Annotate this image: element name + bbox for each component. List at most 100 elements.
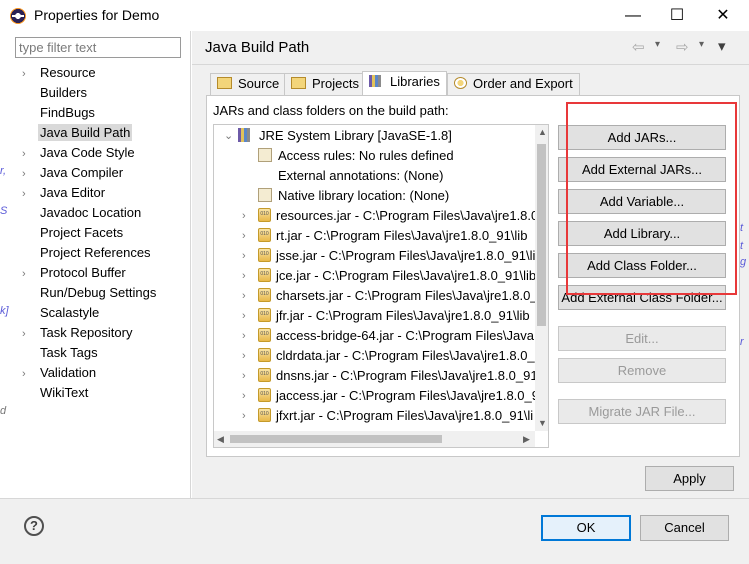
edit-button[interactable]: Edit... [558, 326, 726, 351]
tree-attribute[interactable]: Access rules: No rules defined [258, 146, 454, 166]
expand-chevron-icon[interactable]: › [242, 226, 246, 246]
jar-icon [258, 308, 271, 322]
help-icon[interactable]: ? [24, 516, 44, 536]
tree-attribute[interactable]: External annotations: (None) [258, 166, 443, 186]
maximize-button[interactable]: ☐ [654, 0, 700, 31]
expand-chevron-icon[interactable]: › [22, 324, 38, 344]
scroll-right-icon[interactable]: ▶ [523, 434, 530, 445]
jar-row[interactable]: › dnsns.jar - C:\Program Files\Java\jre1.… [242, 366, 538, 386]
jar-row[interactable]: › jfr.jar - C:\Program Files\Java\jre1.8.… [242, 306, 530, 326]
jar-icon [258, 268, 271, 282]
expand-chevron-icon[interactable]: › [22, 64, 38, 84]
tab-libraries[interactable]: Libraries [362, 71, 447, 95]
expand-chevron-icon[interactable]: › [22, 164, 38, 184]
sidebar-item[interactable]: Task Tags [22, 343, 100, 363]
tree-vertical-scroll-thumb[interactable] [537, 144, 546, 326]
remove-button[interactable]: Remove [558, 358, 726, 383]
expand-chevron-icon[interactable]: › [22, 364, 38, 384]
sidebar-item[interactable]: Run/Debug Settings [22, 283, 158, 303]
back-menu-chevron-icon[interactable]: ▾ [655, 39, 660, 50]
build-path-label: JARs and class folders on the build path… [213, 103, 449, 118]
expand-chevron-icon[interactable]: › [242, 266, 246, 286]
migrate-jar-button[interactable]: Migrate JAR File... [558, 399, 726, 424]
tree-horizontal-scroll-thumb[interactable] [230, 435, 442, 443]
tab-source[interactable]: Source [210, 73, 287, 95]
build-path-tree[interactable]: ⌄ JRE System Library [JavaSE-1.8] Access… [213, 124, 549, 448]
expand-chevron-icon[interactable]: › [22, 264, 38, 284]
sidebar-item[interactable]: › Task Repository [22, 323, 134, 343]
sidebar-item[interactable]: FindBugs [22, 103, 97, 123]
sidebar-item-label: Java Editor [40, 185, 106, 200]
jar-row[interactable]: › charsets.jar - C:\Program Files\Java\jr… [242, 286, 548, 306]
sidebar-item[interactable]: Javadoc Location [22, 203, 143, 223]
sidebar-item[interactable]: Project Facets [22, 223, 125, 243]
sidebar-item[interactable]: › Java Editor [22, 183, 107, 203]
jar-icon [258, 328, 271, 342]
jar-row[interactable]: › access-bridge-64.jar - C:\Program Files… [242, 326, 534, 346]
tree-attribute[interactable]: Native library location: (None) [258, 186, 449, 206]
scroll-up-icon[interactable]: ▲ [538, 127, 547, 137]
expand-chevron-icon[interactable]: › [242, 346, 246, 366]
sidebar-item[interactable]: › Resource [22, 63, 98, 83]
sidebar-item[interactable]: › Protocol Buffer [22, 263, 128, 283]
tab-order-and-export[interactable]: Order and Export [447, 73, 580, 95]
scroll-left-icon[interactable]: ◀ [217, 434, 224, 445]
jar-row[interactable]: › jfxrt.jar - C:\Program Files\Java\jre1.… [242, 406, 533, 426]
sidebar-item[interactable]: Scalastyle [22, 303, 101, 323]
forward-arrow-icon[interactable]: ⇨ [676, 38, 689, 56]
expand-chevron-icon[interactable]: › [242, 366, 246, 386]
jar-row[interactable]: › cldrdata.jar - C:\Program Files\Java\jr… [242, 346, 549, 366]
apply-button[interactable]: Apply [645, 466, 734, 491]
background-window-fragment: S [0, 205, 8, 217]
expand-chevron-icon[interactable]: › [242, 306, 246, 326]
collapse-chevron-icon[interactable]: ⌄ [224, 126, 233, 146]
filter-input[interactable] [15, 37, 181, 58]
expand-chevron-icon[interactable]: › [242, 406, 246, 426]
back-arrow-icon[interactable]: ⇦ [632, 38, 645, 56]
expand-chevron-icon[interactable]: › [22, 144, 38, 164]
jar-icon [258, 288, 271, 302]
view-menu-icon[interactable]: ▾ [718, 37, 726, 55]
sidebar-item-label: Builders [40, 85, 87, 100]
expand-chevron-icon[interactable]: › [242, 326, 246, 346]
cancel-button[interactable]: Cancel [640, 515, 729, 541]
jar-icon [258, 388, 271, 402]
jar-icon [258, 408, 271, 422]
scroll-down-icon[interactable]: ▼ [538, 418, 547, 428]
background-window-fragment: d [0, 405, 7, 417]
background-window-fragment: g [740, 256, 747, 268]
expand-chevron-icon[interactable]: › [242, 386, 246, 406]
annotation-highlight-box [566, 102, 737, 295]
window-title: Properties for Demo [34, 7, 160, 23]
background-window-fragment: r [740, 336, 744, 348]
sidebar-item[interactable]: Java Build Path [22, 123, 133, 143]
sidebar-item[interactable]: › Java Code Style [22, 143, 137, 163]
jar-row[interactable]: › rt.jar - C:\Program Files\Java\jre1.8.0… [242, 226, 527, 246]
jar-row[interactable]: › jaccess.jar - C:\Program Files\Java\jre… [242, 386, 546, 406]
expand-chevron-icon[interactable]: › [242, 246, 246, 266]
source-folder-icon [217, 77, 232, 89]
sidebar-item[interactable]: WikiText [22, 383, 90, 403]
expand-chevron-icon[interactable]: › [242, 206, 246, 226]
sidebar-item[interactable]: › Java Compiler [22, 163, 125, 183]
eclipse-logo-icon [10, 8, 26, 24]
jar-row[interactable]: › resources.jar - C:\Program Files\Java\j… [242, 206, 538, 226]
close-button[interactable]: ✕ [700, 0, 746, 31]
jar-row[interactable]: › jsse.jar - C:\Program Files\Java\jre1.8… [242, 246, 543, 266]
library-icon [238, 128, 254, 142]
forward-menu-chevron-icon[interactable]: ▾ [699, 39, 704, 50]
sidebar-item[interactable]: › Validation [22, 363, 98, 383]
sidebar-item[interactable]: Project References [22, 243, 153, 263]
jar-label: cldrdata.jar - C:\Program Files\Java\jre… [276, 348, 549, 363]
sidebar-item-label: Project Facets [40, 225, 124, 240]
tab-projects[interactable]: Projects [284, 73, 366, 95]
jar-row[interactable]: › jce.jar - C:\Program Files\Java\jre1.8.… [242, 266, 536, 286]
expand-chevron-icon[interactable]: › [242, 286, 246, 306]
minimize-button[interactable]: — [610, 0, 656, 31]
ok-button[interactable]: OK [541, 515, 631, 541]
tree-root-jre[interactable]: ⌄ JRE System Library [JavaSE-1.8] [224, 126, 452, 146]
sidebar-item[interactable]: Builders [22, 83, 89, 103]
libraries-icon [369, 75, 384, 87]
background-window-fragment: r, [0, 165, 7, 177]
expand-chevron-icon[interactable]: › [22, 184, 38, 204]
